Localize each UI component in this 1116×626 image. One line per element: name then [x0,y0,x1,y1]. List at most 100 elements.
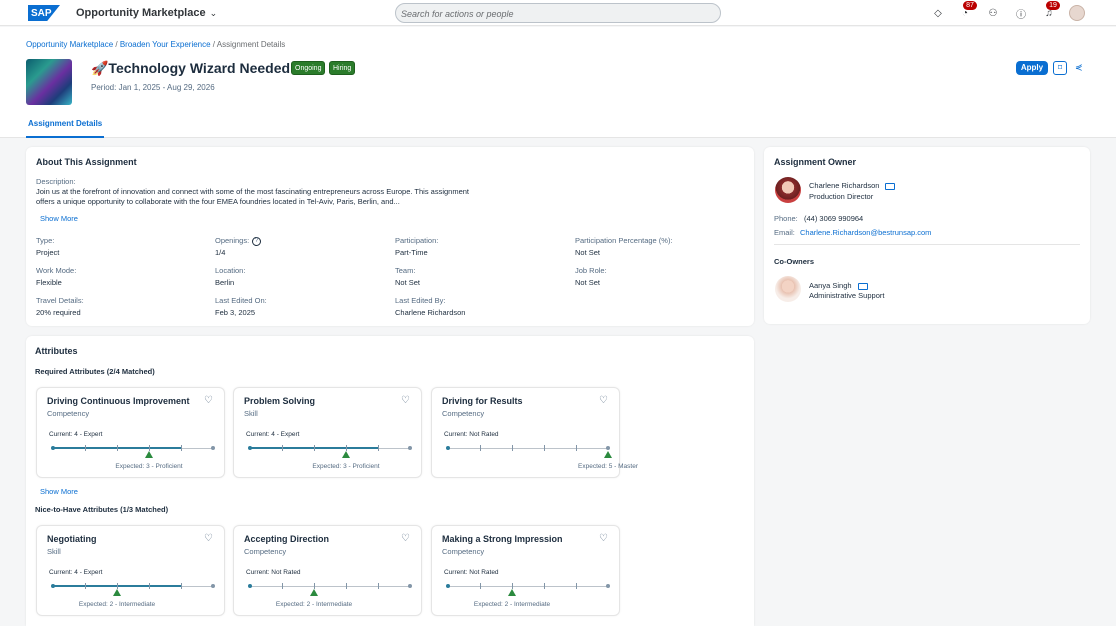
owner-title: Assignment Owner [774,157,857,167]
heart-icon[interactable]: ♡ [204,395,213,406]
track-start-dot [51,584,55,588]
attribute-expected-level: Expected: 5 - Master [578,463,638,470]
level-tick [314,445,315,451]
expected-level-marker [604,451,612,458]
attribute-name: Accepting Direction [244,534,330,544]
track-end-dot [211,446,215,450]
last-edited-by-label: Last Edited By: [395,296,446,305]
openings-label: Openings:? [215,236,262,246]
proficiency-track [446,583,610,596]
track-end-dot [408,584,412,588]
attribute-card[interactable]: Problem Solving Skill ♡ Current: 4 - Expert… [233,387,422,478]
attribute-current-level: Current: Not Rated [246,569,301,576]
participation-value: Part-Time [395,248,428,257]
heart-icon[interactable]: ♡ [599,395,608,406]
track-end-dot [606,446,610,450]
heart-icon[interactable]: ♡ [599,533,608,544]
page-title: 🚀Technology Wizard Needed [91,60,291,76]
heart-icon[interactable]: ♡ [204,533,213,544]
level-tick [576,445,577,451]
travel-label: Travel Details: [36,296,84,305]
notifications-badge: 19 [1046,1,1060,10]
contact-card-icon[interactable] [885,182,896,190]
attribute-expected-level: Expected: 3 - Proficient [312,463,380,470]
last-edited-by-value: Charlene Richardson [395,308,466,317]
attribute-type: Skill [244,409,258,418]
level-tick [85,445,86,451]
bookmark-icon[interactable]: ⌑ [1053,61,1067,75]
attribute-expected-level: Expected: 2 - Intermediate [473,601,551,608]
job-role-value: Not Set [575,278,601,287]
description-text: Join us at the forefront of innovation a… [36,187,470,206]
help-icon[interactable]: ⓘ [1013,5,1029,21]
level-tick [181,583,182,589]
attribute-card[interactable]: Making a Strong Impression Competency ♡ Cur… [431,525,620,616]
attribute-expected-level: Expected: 2 - Intermediate [275,601,353,608]
status-badge-ongoing: Ongoing [291,61,326,75]
attribute-current-level: Current: 4 - Expert [49,431,103,438]
attributes-show-more-link[interactable]: Show More [40,487,78,496]
email-link[interactable]: Charlene.Richardson@bestrunsap.com [800,228,931,237]
owner-name[interactable]: Charlene Richardson [809,181,896,190]
participation-percentage-value: Not Set [575,248,601,257]
owner-card: Assignment Owner Charlene Richardson Pro… [764,147,1090,324]
attribute-name: Driving for Results [442,396,523,406]
contact-card-icon[interactable] [857,282,868,290]
nice-attributes-title: Nice-to-Have Attributes (1/3 Matched) [35,505,169,514]
expected-level-marker [113,589,121,596]
attribute-card[interactable]: Accepting Direction Competency ♡ Current: N… [233,525,422,616]
about-title: About This Assignment [36,157,137,167]
user-avatar[interactable] [1069,5,1085,21]
coowner-name[interactable]: Aanya Singh [809,281,868,290]
attribute-name: Driving Continuous Improvement [47,396,190,406]
proficiency-track [248,583,412,596]
lightbulb-icon[interactable]: ◇ [930,5,946,21]
attribute-card[interactable]: Negotiating Skill ♡ Current: 4 - Expert Expe… [36,525,225,616]
share-icon[interactable]: ⋞ [1075,62,1083,73]
breadcrumb-current: Assignment Details [216,40,286,49]
object-header: Opportunity Marketplace / Broaden Your E… [0,27,1116,138]
participation-label: Participation: [395,236,439,245]
coowner-role: Administrative Support [809,291,885,300]
type-value: Project [36,248,60,257]
breadcrumb-link-broaden[interactable]: Broaden Your Experience [120,40,211,49]
attribute-card[interactable]: Driving Continuous Improvement Competency… [36,387,225,478]
attribute-current-level: Current: Not Rated [444,431,499,438]
location-value: Berlin [215,278,235,287]
search-input[interactable]: Search for actions or people [395,3,721,23]
attribute-type: Competency [442,547,485,556]
breadcrumb-link-marketplace[interactable]: Opportunity Marketplace [26,40,113,49]
attribute-name: Negotiating [47,534,97,544]
coowner-avatar [775,276,801,302]
people-icon[interactable]: ⚇ [985,5,1001,21]
coowners-title: Co-Owners [774,257,815,266]
app-title-menu[interactable]: Opportunity Marketplace ⌄ [76,7,217,19]
attribute-card[interactable]: Driving for Results Competency ♡ Current: N… [431,387,638,478]
phone-label: Phone: [774,214,798,223]
participation-percentage-label: Participation Percentage (%): [575,236,673,245]
attribute-expected-level: Expected: 3 - Proficient [115,463,183,470]
divider [774,244,1080,245]
job-role-label: Job Role: [575,266,607,275]
apply-button[interactable]: Apply [1016,61,1048,75]
attribute-name: Problem Solving [244,396,316,406]
about-card: About This Assignment Description: Join … [26,147,754,326]
show-more-link[interactable]: Show More [40,214,78,223]
heart-icon[interactable]: ♡ [401,395,410,406]
team-label: Team: [395,266,416,275]
attribute-type: Skill [47,547,61,556]
level-tick [117,445,118,451]
attribute-type: Competency [47,409,90,418]
track-start-dot [446,584,450,588]
help-icon[interactable]: ? [252,236,262,246]
period-text: Period: Jan 1, 2025 - Aug 29, 2026 [91,83,215,92]
track-start-dot [248,446,252,450]
sap-logo[interactable]: SAP [28,5,60,21]
tab-assignment-details[interactable]: Assignment Details [26,116,105,138]
level-tick [378,583,379,589]
app-title: Opportunity Marketplace [76,7,206,19]
track-start-dot [248,584,252,588]
track-start-dot [51,446,55,450]
heart-icon[interactable]: ♡ [401,533,410,544]
breadcrumb: Opportunity Marketplace / Broaden Your E… [26,40,286,49]
